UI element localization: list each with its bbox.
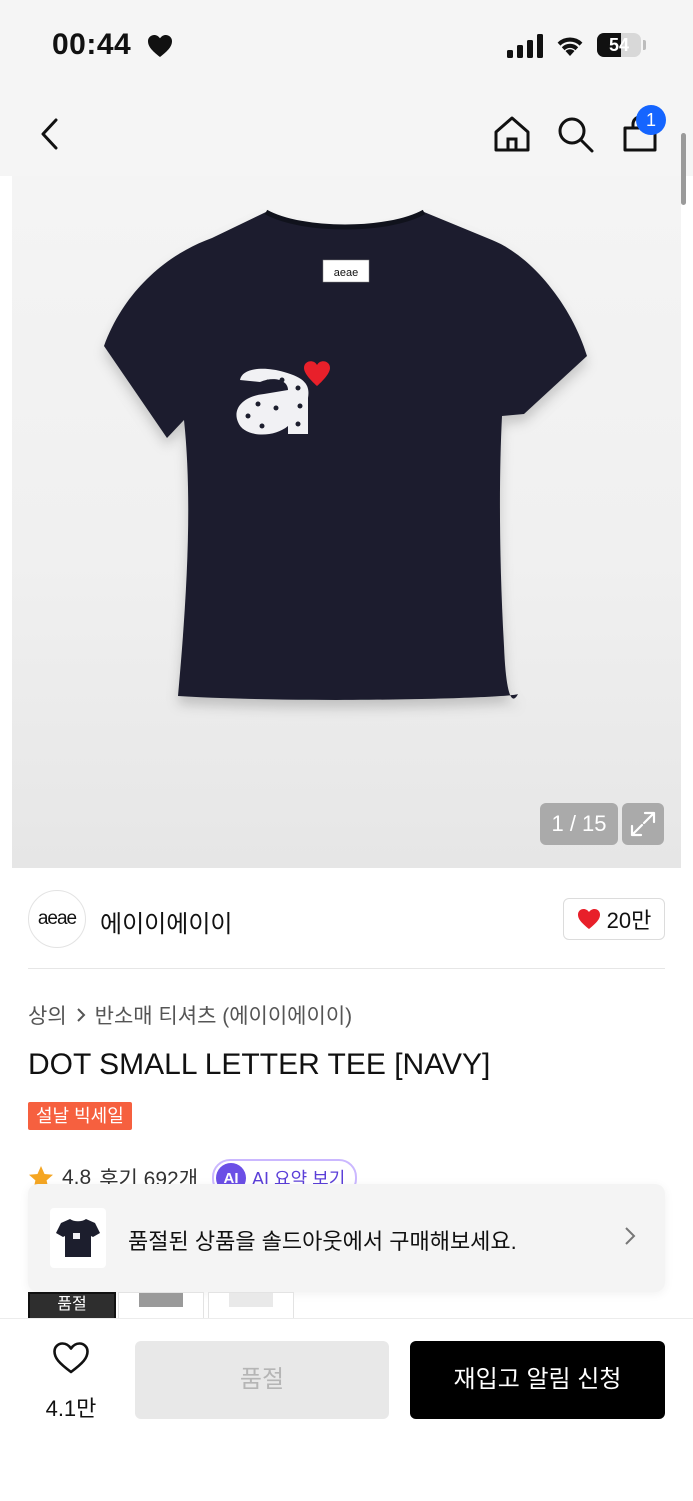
product-image[interactable]: aeae [12, 176, 681, 868]
wishlist-count: 4.1만 [45, 1396, 97, 1421]
breadcrumb: 상의 반소매 티셔츠 (에이이에이이) [28, 1000, 352, 1030]
color-option-gray[interactable] [118, 1292, 204, 1320]
brand-row: aeae 에이이에이이 20만 [0, 868, 693, 968]
wishlist-button[interactable]: 4.1만 [34, 1341, 108, 1421]
brand-like-button[interactable]: 20만 [563, 898, 665, 940]
heart-status-icon [147, 34, 173, 63]
breadcrumb-subcategory[interactable]: 반소매 티셔츠 (에이이에이이) [95, 1000, 353, 1030]
top-nav-bar [0, 92, 693, 176]
svg-text:aeae: aeae [334, 267, 358, 279]
fullscreen-button[interactable] [622, 803, 664, 845]
chevron-right-icon [625, 1227, 636, 1245]
sale-badge: 설날 빅세일 [28, 1102, 132, 1130]
battery-cap [643, 40, 646, 50]
restock-alert-button[interactable]: 재입고 알림 신청 [410, 1341, 665, 1419]
heart-icon [577, 909, 600, 929]
bottom-action-bar: 4.1만 품절 재입고 알림 신청 [0, 1318, 693, 1501]
home-button[interactable] [488, 110, 536, 158]
search-button[interactable] [551, 110, 599, 158]
divider [28, 968, 665, 969]
navy-tshirt-image: aeae [104, 209, 587, 700]
brand-like-count: 20만 [606, 908, 652, 933]
home-icon [494, 116, 530, 152]
battery-level: 54 [608, 35, 630, 55]
brand-name[interactable]: 에이이에이이 [100, 904, 232, 939]
search-icon [558, 117, 594, 153]
expand-icon [630, 811, 656, 837]
cellular-signal-icon [507, 34, 543, 63]
brand-logo[interactable]: aeae [28, 890, 86, 948]
chevron-right-icon [76, 1008, 86, 1022]
image-counter: 1 / 15 [540, 803, 618, 845]
toast-message: 품절된 상품을 솔드아웃에서 구매해보세요. [128, 1229, 517, 1254]
soldout-button: 품절 [135, 1341, 389, 1419]
dotted-letter-a-print [236, 368, 309, 435]
product-title: DOT SMALL LETTER TEE [NAVY] [28, 1048, 491, 1081]
soldout-label: 품절 [57, 1296, 87, 1313]
toast-product-thumbnail [50, 1208, 106, 1268]
color-option-white[interactable] [208, 1292, 294, 1320]
back-button[interactable] [26, 110, 74, 158]
breadcrumb-category[interactable]: 상의 [28, 1000, 67, 1030]
soldout-toast[interactable]: 품절된 상품을 솔드아웃에서 구매해보세요. [28, 1184, 665, 1292]
cart-count-badge: 1 [636, 105, 666, 135]
scrollbar[interactable] [681, 133, 686, 205]
battery-icon: 54 [597, 33, 641, 57]
chevron-left-icon [41, 118, 58, 150]
status-time: 00:44 [52, 28, 132, 61]
wifi-icon [555, 33, 585, 62]
heart-outline-icon [53, 1342, 89, 1374]
